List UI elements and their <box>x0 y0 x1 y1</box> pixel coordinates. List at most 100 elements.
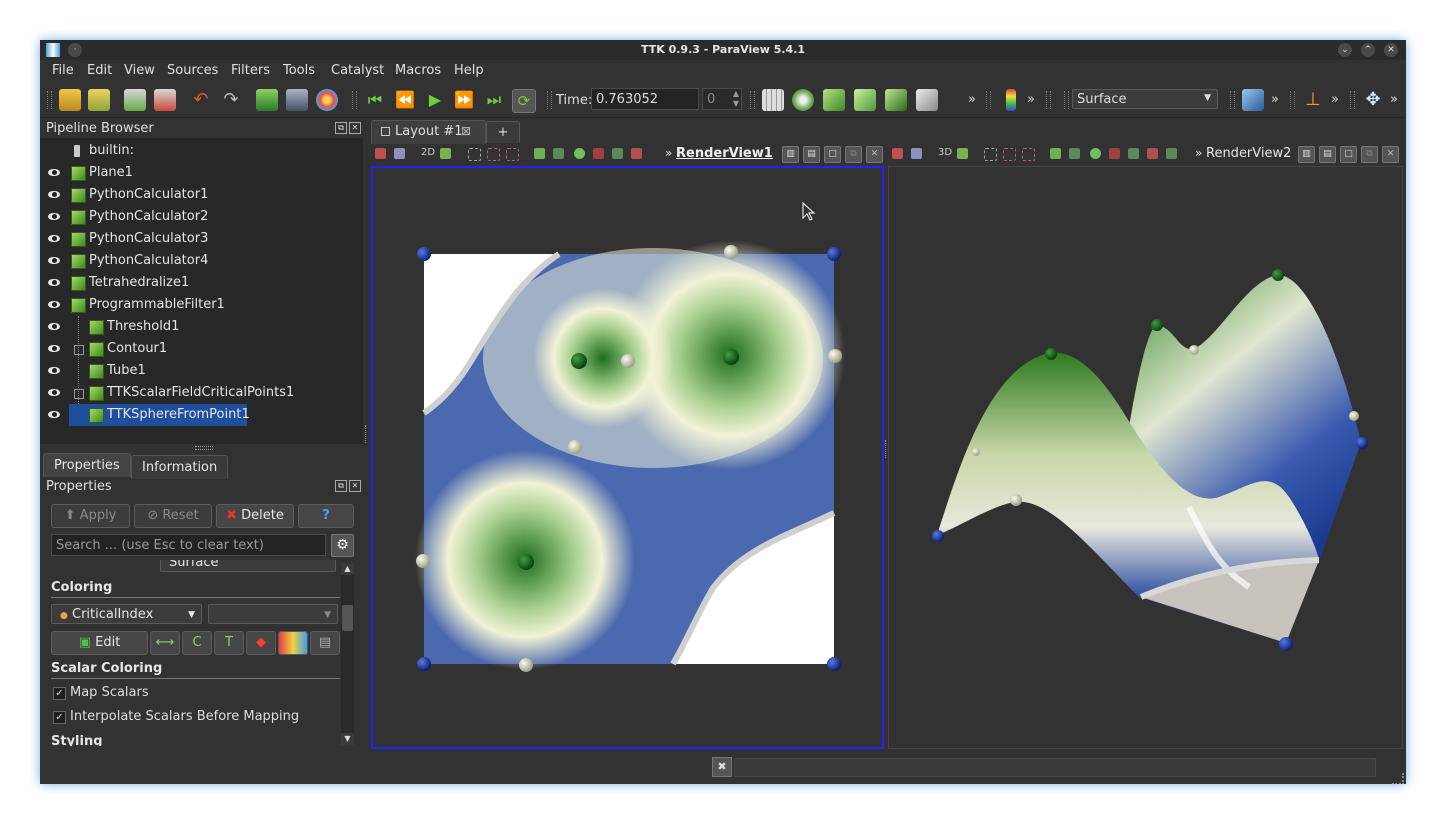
visibility-eye-icon[interactable] <box>48 213 60 220</box>
split-vertical-button[interactable]: ▤ <box>1319 146 1336 163</box>
color-by-select[interactable]: ● CriticalIndex ▼ <box>51 604 202 624</box>
select-polygon-icon[interactable] <box>506 148 519 161</box>
interactive-select-icon[interactable] <box>534 148 545 159</box>
select-points-icon[interactable] <box>468 148 481 161</box>
redo-icon[interactable]: ↷ <box>220 89 242 111</box>
tab-information[interactable]: Information <box>131 455 229 479</box>
representation-combo-clipped[interactable]: Surface <box>160 560 336 572</box>
expand-toggle-icon[interactable] <box>74 345 84 355</box>
close-window-button[interactable]: ✕ <box>1384 43 1398 57</box>
shrink-selection-icon[interactable] <box>593 148 604 159</box>
contour-filter-icon[interactable] <box>792 89 814 111</box>
view-settings-icon[interactable] <box>1242 89 1264 111</box>
previous-frame-icon[interactable]: ⏪ <box>394 89 416 111</box>
menu-help[interactable]: Help <box>454 63 484 78</box>
rescale-range-button[interactable]: ⟷ <box>150 631 180 655</box>
save-screenshot-icon[interactable] <box>286 89 308 111</box>
renderview1-label[interactable]: RenderView1 <box>676 146 773 161</box>
visibility-eye-icon[interactable] <box>48 367 60 374</box>
close-view-button[interactable]: ✕ <box>866 146 883 163</box>
reset-camera-icon[interactable] <box>256 89 278 111</box>
interact-select-icon[interactable] <box>375 148 386 159</box>
edit-colormap-button[interactable]: ▣ Edit <box>51 631 148 655</box>
interact-select-icon[interactable] <box>892 148 903 159</box>
view-overflow-chevron[interactable]: » <box>1195 146 1202 160</box>
apply-button[interactable]: ⬆ Apply <box>51 504 130 528</box>
grow-selection-icon[interactable] <box>574 148 585 159</box>
view-splitter[interactable] <box>885 440 888 458</box>
clip-filter-icon[interactable] <box>823 89 845 111</box>
extract-selection-icon[interactable] <box>1147 148 1158 159</box>
menu-filters[interactable]: Filters <box>231 63 270 78</box>
tab-properties[interactable]: Properties <box>43 453 131 477</box>
pipeline-item-selected[interactable]: TTKSphereFromPoint1 <box>40 404 363 426</box>
play-icon[interactable]: ▶ <box>424 89 446 111</box>
shrink-selection-icon[interactable] <box>1109 148 1120 159</box>
pipeline-item[interactable]: PythonCalculator3 <box>40 228 363 250</box>
load-state-icon[interactable] <box>88 89 110 111</box>
axes-icon[interactable]: ⊥ <box>1302 89 1324 111</box>
undo-icon[interactable]: ↶ <box>190 89 212 111</box>
pipeline-item[interactable]: builtin: <box>40 140 363 162</box>
menu-file[interactable]: File <box>52 63 74 78</box>
pipeline-item[interactable]: Plane1 <box>40 162 363 184</box>
float-panel-icon[interactable]: ⧉ <box>335 480 347 492</box>
capture-icon[interactable] <box>440 148 451 159</box>
restore-view-button[interactable]: ⧉ <box>845 146 862 163</box>
toolbar-overflow-chevron-2[interactable]: » <box>1027 92 1035 107</box>
properties-scrollbar[interactable]: ▲ ▼ <box>341 563 354 745</box>
renderview2-label[interactable]: RenderView2 <box>1206 146 1291 161</box>
slice-filter-icon[interactable] <box>854 89 876 111</box>
menu-edit[interactable]: Edit <box>87 63 112 78</box>
toolbar-overflow-chevron-4[interactable]: » <box>1331 92 1339 107</box>
split-horizontal-button[interactable]: ▥ <box>1298 146 1315 163</box>
hover-points-icon[interactable] <box>1069 148 1080 159</box>
view-overflow-chevron[interactable]: » <box>665 146 672 160</box>
select-cells-icon[interactable] <box>911 148 922 159</box>
open-file-icon[interactable] <box>59 89 81 111</box>
pipeline-item[interactable]: PythonCalculator1 <box>40 184 363 206</box>
time-value-field[interactable]: 0.763052 <box>591 88 699 110</box>
interpolate-scalars-checkbox[interactable]: ✓ <box>53 711 66 724</box>
add-layout-tab-button[interactable]: + <box>486 121 520 143</box>
extract-subset-icon[interactable] <box>916 89 938 111</box>
toolbar-grip[interactable] <box>1064 91 1069 109</box>
toolbar-overflow-chevron[interactable]: » <box>968 92 976 107</box>
visibility-eye-icon[interactable] <box>48 235 60 242</box>
reset-view-icon[interactable]: ✥ <box>1362 89 1384 111</box>
close-tab-icon[interactable]: ⊠ <box>461 124 471 138</box>
minimize-button[interactable]: ⌄ <box>1338 43 1352 57</box>
maximize-view-button[interactable]: □ <box>1340 146 1357 163</box>
split-vertical-button[interactable]: ▤ <box>803 146 820 163</box>
maximize-button[interactable]: ⌃ <box>1361 43 1375 57</box>
pipeline-item[interactable]: Contour1 <box>40 338 363 360</box>
visibility-eye-icon[interactable] <box>48 345 60 352</box>
float-panel-icon[interactable]: ⧉ <box>335 122 347 134</box>
renderview1-canvas[interactable] <box>371 166 884 749</box>
menu-view[interactable]: View <box>124 63 155 78</box>
time-step-spinbox[interactable]: 0 ▲ ▼ <box>702 88 742 110</box>
color-component-select[interactable]: ▼ <box>208 604 338 624</box>
close-view-button[interactable]: ✕ <box>1382 146 1399 163</box>
resize-grip-icon[interactable] <box>1392 773 1404 784</box>
advanced-settings-gear-icon[interactable]: ⚙ <box>331 534 354 557</box>
select-polygon-icon[interactable] <box>1022 148 1035 161</box>
select-points-icon[interactable] <box>984 148 997 161</box>
color-legend-icon[interactable] <box>1006 89 1016 111</box>
color-palette-icon[interactable] <box>316 89 338 111</box>
pipeline-item[interactable]: ProgrammableFilter1 <box>40 294 363 316</box>
toolbar-grip[interactable] <box>1230 91 1235 109</box>
toolbar-grip[interactable] <box>750 91 755 109</box>
delete-button[interactable]: ✖ Delete <box>216 504 294 528</box>
extract-selection-icon[interactable] <box>631 148 642 159</box>
pipeline-item[interactable]: Threshold1 <box>40 316 363 338</box>
calculator-icon[interactable] <box>762 89 784 111</box>
interactive-select-icon[interactable] <box>1050 148 1061 159</box>
menu-macros[interactable]: Macros <box>395 63 441 78</box>
rescale-custom-button[interactable]: C <box>182 631 212 655</box>
pipeline-item[interactable]: TTKScalarFieldCriticalPoints1 <box>40 382 363 404</box>
toolbar-overflow-chevron-5[interactable]: » <box>1390 92 1398 107</box>
properties-search-input[interactable]: Search ... (use Esc to clear text) <box>51 534 326 556</box>
pipeline-item[interactable]: Tube1 <box>40 360 363 382</box>
clear-progress-icon[interactable]: ✖ <box>712 757 732 777</box>
